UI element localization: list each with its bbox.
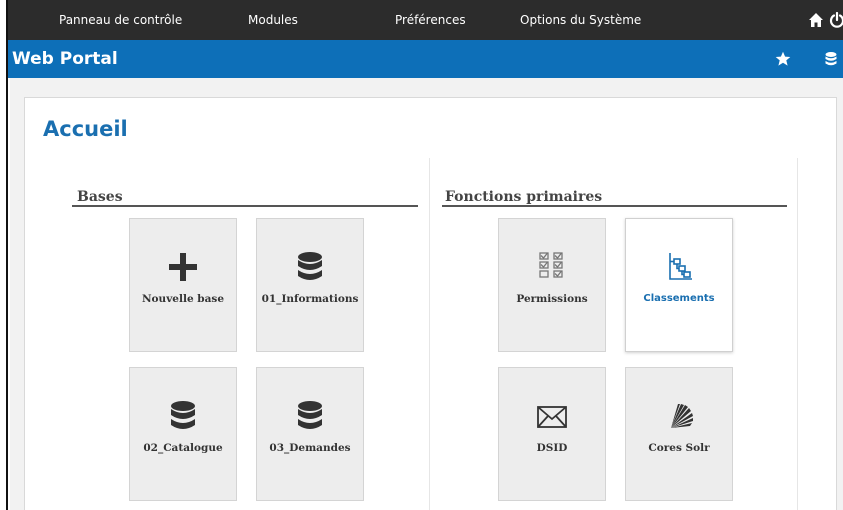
section-rule-fonctions (442, 205, 787, 207)
tile-03-demandes[interactable]: 03_Demandes (256, 367, 364, 501)
tile-nouvelle-base[interactable]: Nouvelle base (129, 218, 237, 352)
hierarchy-icon (669, 253, 692, 280)
solr-icon (671, 404, 693, 428)
tile-label: Cores Solr (648, 442, 710, 454)
database-icon (298, 401, 322, 429)
column-divider (429, 158, 430, 510)
column-divider-right (797, 158, 798, 510)
tile-cores-solr[interactable]: Cores Solr (625, 367, 733, 501)
menu-panneau-de-controle[interactable]: Panneau de contrôle (59, 0, 182, 40)
power-icon[interactable] (829, 12, 843, 28)
tile-label: Permissions (516, 293, 588, 305)
tile-label: 02_Catalogue (143, 442, 223, 454)
database-icon (298, 252, 322, 280)
tile-classements[interactable]: Classements (625, 218, 733, 352)
menu-modules[interactable]: Modules (248, 0, 298, 40)
database-icon (171, 401, 195, 429)
tile-label: Classements (643, 293, 715, 304)
app-title-bar: Web Portal (8, 40, 843, 78)
menu-options-du-systeme[interactable]: Options du Système (520, 0, 641, 40)
window-frame (0, 0, 8, 510)
section-title-bases: Bases (77, 189, 123, 205)
tile-label: Nouvelle base (141, 293, 225, 305)
database-icon[interactable] (823, 51, 839, 67)
menu-preferences[interactable]: Préférences (395, 0, 466, 40)
section-rule-bases (72, 205, 418, 207)
envelope-icon (537, 406, 567, 428)
top-menu-bar: Panneau de contrôle Modules Préférences … (8, 0, 843, 40)
plus-icon (169, 253, 197, 281)
tile-permissions[interactable]: Permissions (498, 218, 606, 352)
tile-02-catalogue[interactable]: 02_Catalogue (129, 367, 237, 501)
page-title: Accueil (43, 117, 128, 141)
tile-01-informations[interactable]: 01_Informations (256, 218, 364, 352)
section-title-fonctions-primaires: Fonctions primaires (445, 189, 603, 205)
tile-dsid[interactable]: DSID (498, 367, 606, 501)
tile-label: DSID (536, 442, 568, 454)
checkbox-list-icon (539, 252, 563, 278)
tile-label: 03_Demandes (269, 442, 351, 454)
tile-label: 01_Informations (261, 293, 359, 305)
app-title: Web Portal (12, 49, 118, 69)
home-icon[interactable] (808, 12, 824, 28)
star-icon[interactable] (775, 51, 791, 67)
